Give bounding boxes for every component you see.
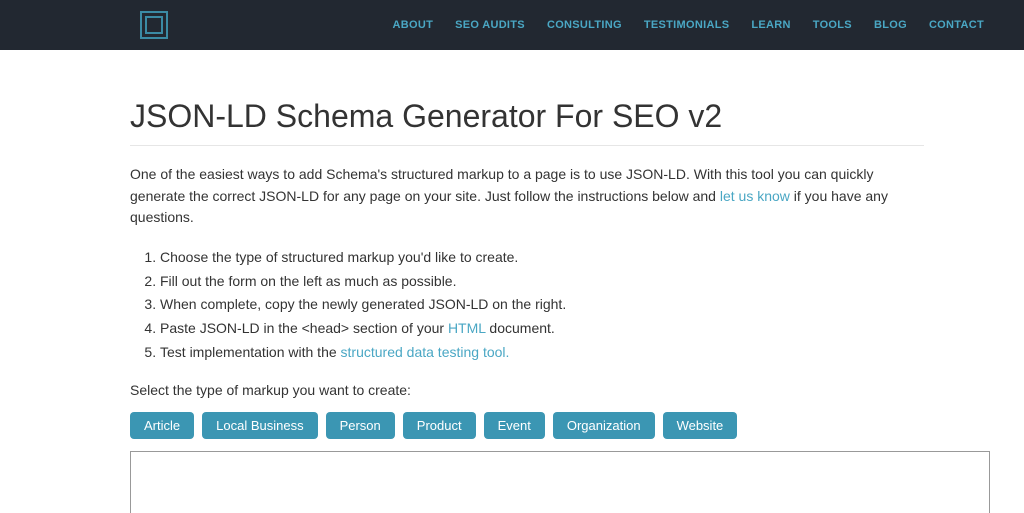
logo-icon[interactable] [140, 11, 168, 39]
local-business-button[interactable]: Local Business [202, 412, 317, 439]
markup-type-buttons: Article Local Business Person Product Ev… [130, 412, 924, 439]
product-button[interactable]: Product [403, 412, 476, 439]
person-button[interactable]: Person [326, 412, 395, 439]
nav-contact[interactable]: CONTACT [929, 19, 984, 31]
step-4: Paste JSON-LD in the <head> section of y… [160, 318, 924, 340]
nav-tools[interactable]: TOOLS [813, 19, 852, 31]
step-1: Choose the type of structured markup you… [160, 247, 924, 269]
organization-button[interactable]: Organization [553, 412, 655, 439]
select-type-label: Select the type of markup you want to cr… [130, 382, 924, 398]
step-5-pre: Test implementation with the [160, 344, 341, 360]
article-button[interactable]: Article [130, 412, 194, 439]
step-5: Test implementation with the structured … [160, 342, 924, 364]
output-panel[interactable] [130, 451, 990, 513]
step-3: When complete, copy the newly generated … [160, 294, 924, 316]
nav-testimonials[interactable]: TESTIMONIALS [644, 19, 730, 31]
step-2: Fill out the form on the left as much as… [160, 271, 924, 293]
testing-tool-link[interactable]: structured data testing tool. [341, 344, 510, 360]
main-content: JSON-LD Schema Generator For SEO v2 One … [0, 50, 1024, 513]
step-4-pre: Paste JSON-LD in the <head> section of y… [160, 320, 448, 336]
nav-consulting[interactable]: CONSULTING [547, 19, 622, 31]
intro-paragraph: One of the easiest ways to add Schema's … [130, 164, 924, 229]
step-4-post: document. [486, 320, 555, 336]
nav-about[interactable]: ABOUT [393, 19, 434, 31]
primary-nav: ABOUT SEO AUDITS CONSULTING TESTIMONIALS… [393, 19, 984, 31]
event-button[interactable]: Event [484, 412, 545, 439]
nav-blog[interactable]: BLOG [874, 19, 907, 31]
nav-learn[interactable]: LEARN [751, 19, 790, 31]
website-button[interactable]: Website [663, 412, 738, 439]
let-us-know-link[interactable]: let us know [720, 188, 790, 204]
nav-seo-audits[interactable]: SEO AUDITS [455, 19, 525, 31]
instruction-list: Choose the type of structured markup you… [160, 247, 924, 363]
page-title: JSON-LD Schema Generator For SEO v2 [130, 98, 924, 146]
top-navbar: ABOUT SEO AUDITS CONSULTING TESTIMONIALS… [0, 0, 1024, 50]
html-link[interactable]: HTML [448, 320, 486, 336]
